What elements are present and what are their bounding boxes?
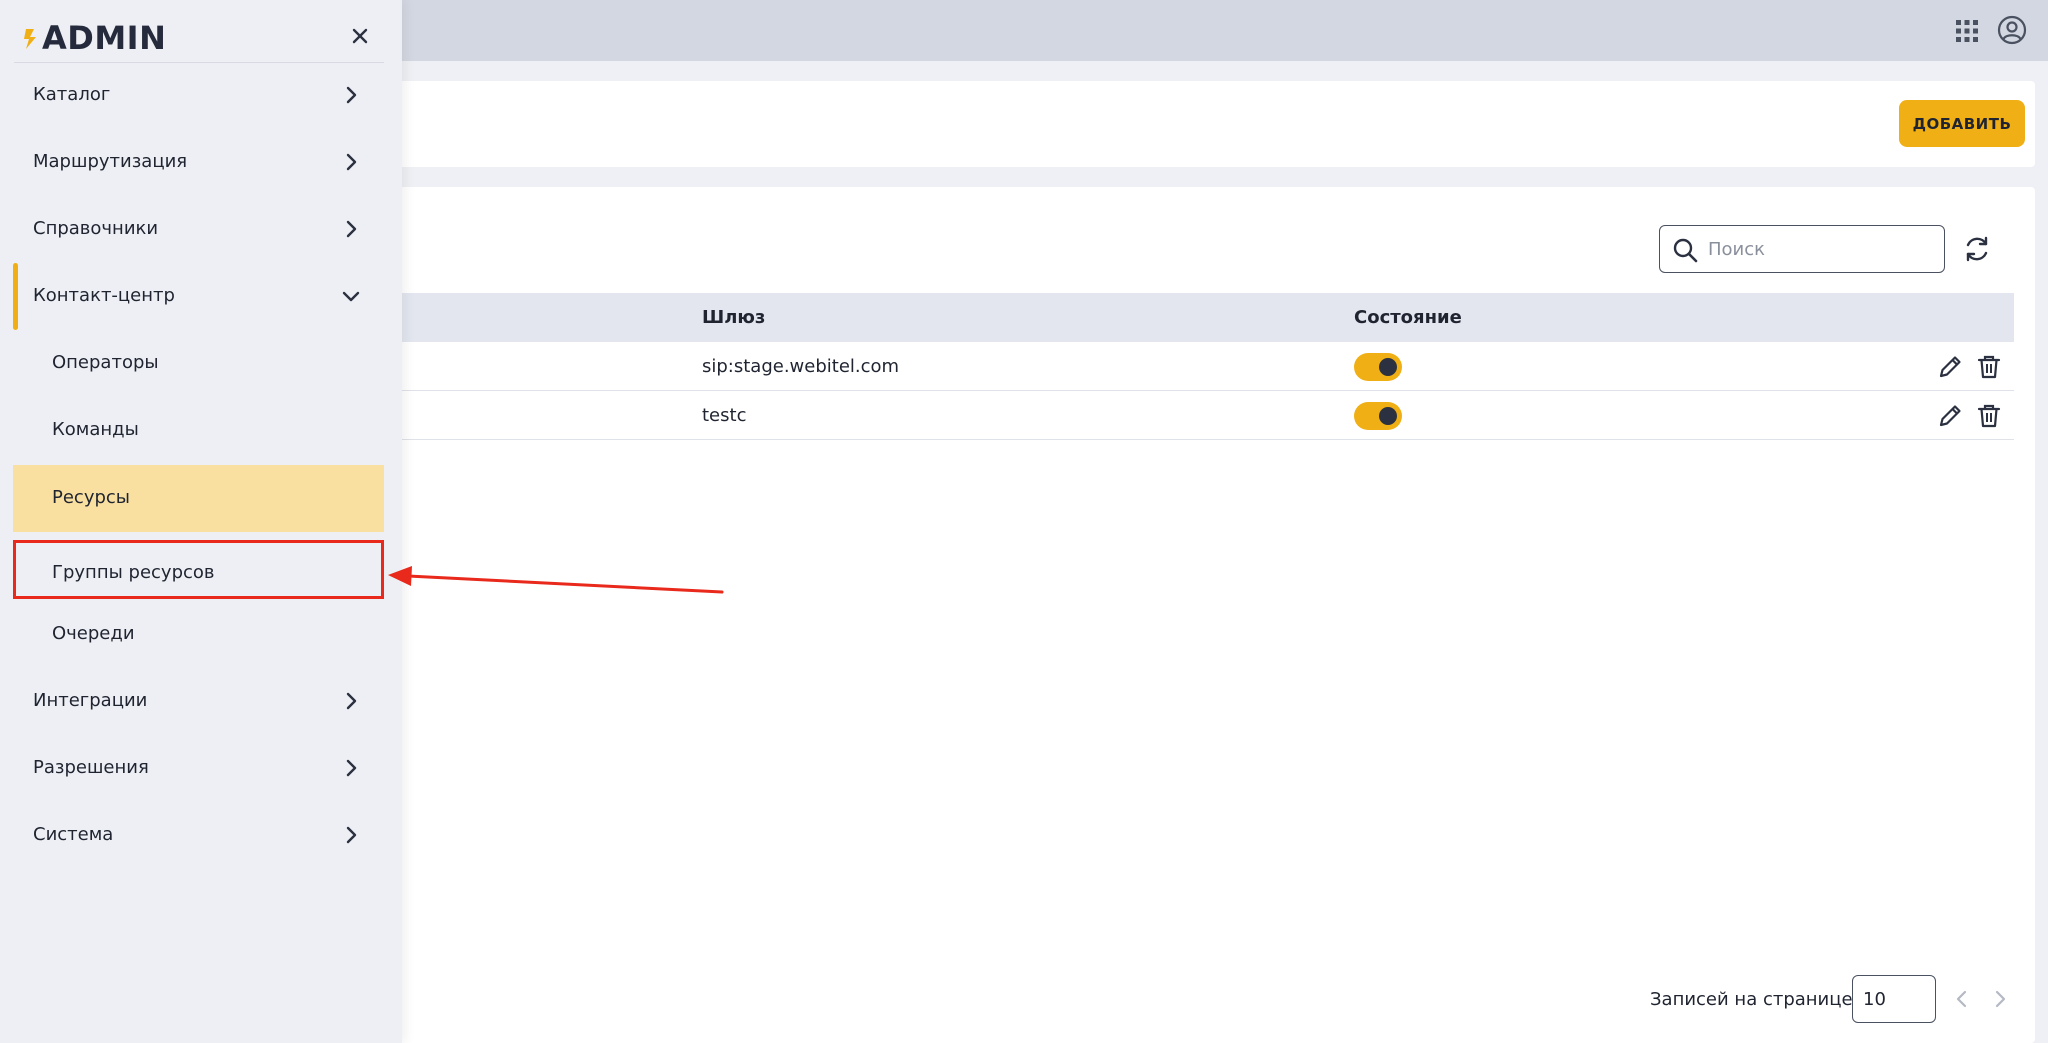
sidebar-item-permissions[interactable]: Разрешения — [13, 735, 384, 802]
sidebar-item-label: Интеграции — [33, 690, 148, 711]
gateway-cell: sip:stage.webitel.com — [702, 356, 900, 377]
logo: ADMIN — [22, 18, 166, 58]
logo-mark-icon — [24, 29, 36, 49]
sidebar-item-resources[interactable]: Ресурсы — [13, 465, 384, 532]
gateway-cell: testc — [702, 405, 747, 426]
column-header-gateway[interactable]: Шлюз — [702, 307, 765, 328]
state-toggle[interactable] — [1354, 402, 1402, 430]
search-box[interactable] — [1659, 225, 1945, 273]
add-button[interactable]: ДОБАВИТЬ — [1899, 100, 2025, 147]
apps-grid-icon[interactable] — [1952, 16, 1982, 46]
logo-text: ADMIN — [42, 19, 167, 57]
sidebar-item-label: Маршрутизация — [33, 151, 188, 172]
edit-icon[interactable] — [1936, 353, 1964, 381]
search-icon — [1673, 238, 1698, 263]
sidebar-item-resource-groups[interactable]: Группы ресурсов — [13, 540, 384, 599]
sidebar-item-system[interactable]: Система — [13, 802, 384, 869]
toggle-knob — [1379, 407, 1397, 425]
sidebar-item-label: Очереди — [52, 623, 135, 644]
sidebar-item-label: Каталог — [33, 84, 111, 105]
edit-icon[interactable] — [1936, 402, 1964, 430]
chevron-right-icon — [346, 86, 357, 104]
sidebar-item-label: Разрешения — [33, 757, 149, 778]
chevron-down-icon — [342, 291, 360, 302]
sidebar-item-label: Контакт-центр — [33, 285, 175, 306]
sidebar-item-label: Справочники — [33, 218, 159, 239]
sidebar-item-label: Группы ресурсов — [52, 562, 215, 583]
chevron-right-icon — [346, 220, 357, 238]
sidebar-item-label: Ресурсы — [52, 487, 131, 508]
delete-icon[interactable] — [1975, 353, 2003, 381]
app-window: ДОБАВИТЬ Шлюз Состояние sip:stage.webite… — [0, 0, 2048, 1043]
refresh-icon[interactable] — [1962, 234, 1992, 264]
per-page-input[interactable] — [1852, 975, 1936, 1023]
sidebar-item-operators[interactable]: Операторы — [13, 330, 384, 397]
account-icon[interactable] — [1996, 14, 2028, 46]
sidebar-item-teams[interactable]: Команды — [13, 397, 384, 464]
sidebar-item-integrations[interactable]: Интеграции — [13, 668, 384, 735]
sidebar-item-directories[interactable]: Справочники — [13, 196, 384, 263]
search-input[interactable] — [1708, 234, 1928, 264]
annotation-arrow-icon — [388, 566, 724, 594]
per-page-label: Записей на странице: — [1650, 989, 1859, 1010]
sidebar-item-catalog[interactable]: Каталог — [13, 62, 384, 129]
delete-icon[interactable] — [1975, 402, 2003, 430]
sidebar-item-routing[interactable]: Маршрутизация — [13, 129, 384, 196]
chevron-right-icon — [346, 759, 357, 777]
chevron-left-icon[interactable] — [1950, 987, 1974, 1011]
sidebar-item-contact-center[interactable]: Контакт-центр — [13, 263, 384, 330]
close-icon[interactable] — [348, 24, 372, 48]
sidebar-item-label: Команды — [52, 419, 139, 440]
chevron-right-icon — [346, 692, 357, 710]
sidebar-item-label: Операторы — [52, 352, 159, 373]
sidebar: ADMIN Каталог Маршрутизация Справочники … — [0, 0, 402, 1043]
chevron-right-icon — [346, 153, 357, 171]
sidebar-item-label: Система — [33, 824, 114, 845]
toggle-knob — [1379, 358, 1397, 376]
column-header-state[interactable]: Состояние — [1354, 307, 1462, 328]
sidebar-item-queues[interactable]: Очереди — [13, 601, 384, 668]
chevron-right-icon[interactable] — [1988, 987, 2012, 1011]
chevron-right-icon — [346, 826, 357, 844]
state-toggle[interactable] — [1354, 353, 1402, 381]
